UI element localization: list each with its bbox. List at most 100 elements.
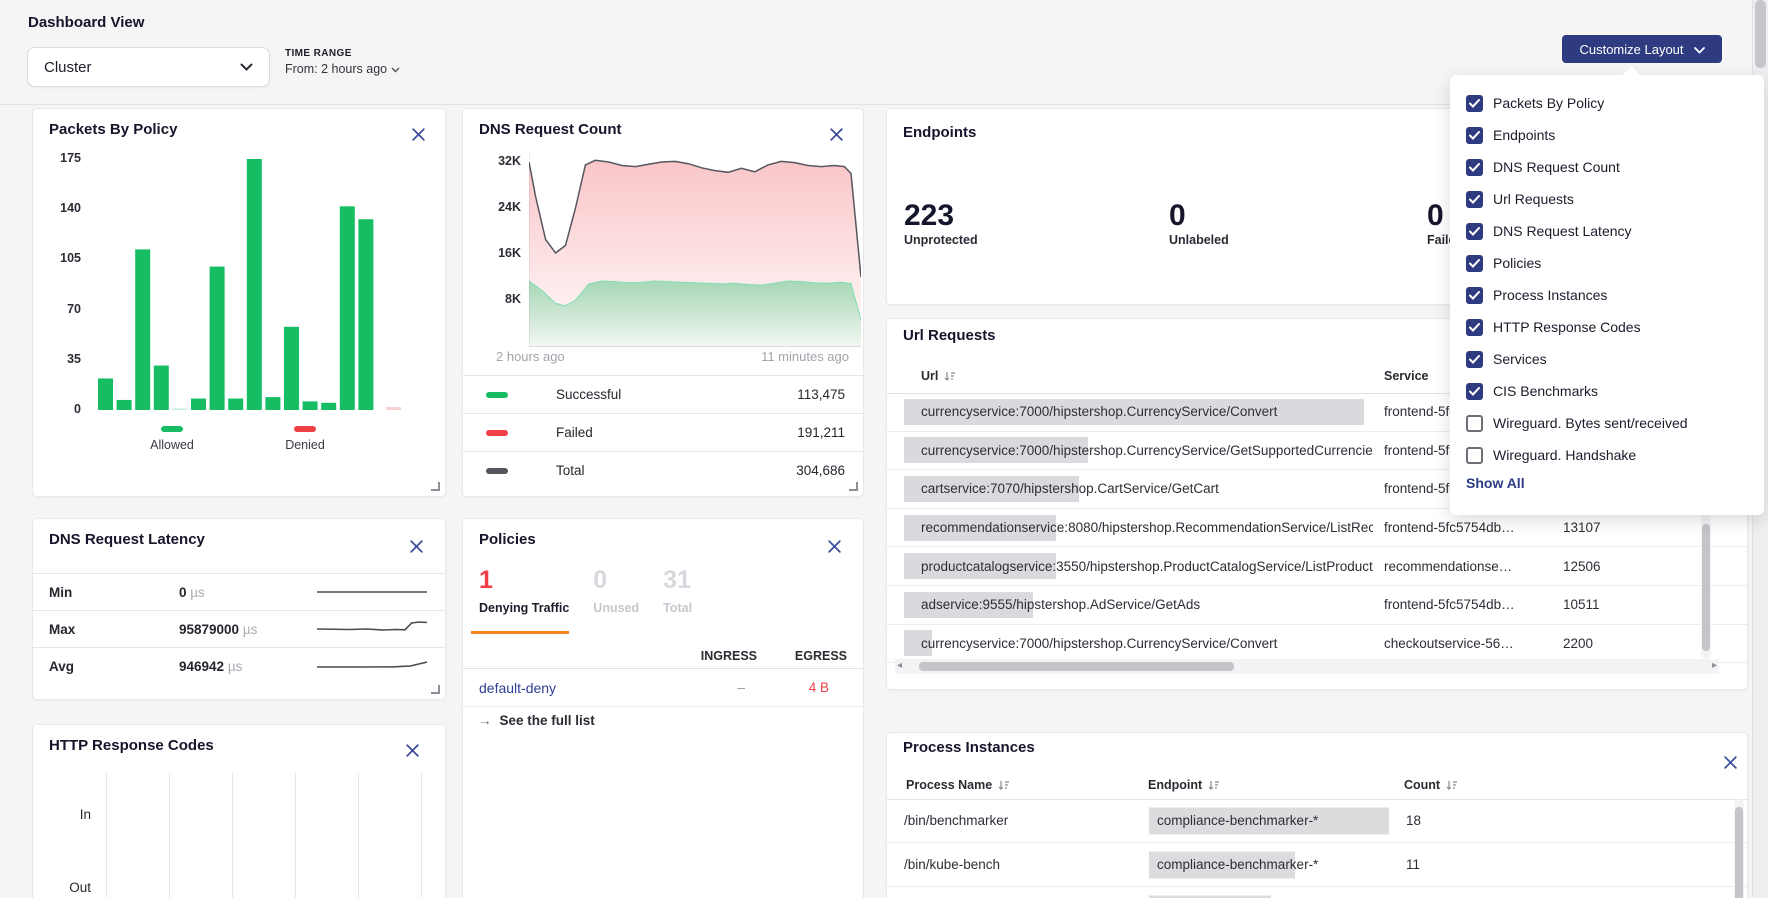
scrollbar-thumb[interactable] (1702, 524, 1710, 651)
endpoint-value: compliance-benchmarker-* (1157, 813, 1318, 828)
x-label-end: 11 minutes ago (761, 349, 849, 364)
latency-label: Min (49, 585, 72, 600)
checkbox[interactable] (1466, 447, 1483, 464)
latency-sparkline (317, 579, 427, 605)
checkbox[interactable] (1466, 255, 1483, 272)
packets-by-policy-card: Packets By Policy 03570105140175 Allowed… (32, 108, 446, 497)
policy-name-link[interactable]: default-deny (479, 680, 556, 696)
checkbox[interactable] (1466, 415, 1483, 432)
customize-layout-button[interactable]: Customize Layout (1562, 35, 1722, 63)
horizontal-scrollbar[interactable]: ◂ ▸ (895, 659, 1719, 674)
table-row[interactable]: currencyservice:7000/hipstershop.Currenc… (887, 625, 1747, 664)
sort-icon (944, 371, 955, 382)
table-row[interactable]: default-deny – 4 B (463, 669, 863, 707)
table-row[interactable]: productcatalogservice:3550/hipstershop.P… (887, 547, 1747, 586)
legend-row: Successful 113,475 (463, 375, 863, 413)
card-title: Endpoints (903, 124, 976, 141)
view-select[interactable]: Cluster (27, 47, 270, 87)
menu-item-label: Packets By Policy (1493, 95, 1604, 111)
table-row[interactable]: benchmarker compliance-benchmarker-* 9 (887, 887, 1747, 898)
policies-tab[interactable]: 31 Total (663, 567, 692, 615)
column-header-service[interactable]: Service (1384, 369, 1428, 383)
checkbox[interactable] (1466, 319, 1483, 336)
process-instances-card: Process Instances Process Name Endpoint … (886, 732, 1748, 898)
card-title: DNS Request Latency (49, 531, 205, 548)
tab-value: 0 (593, 567, 639, 593)
scrollbar-thumb[interactable] (1755, 0, 1766, 68)
legend-label: Denied (285, 438, 325, 452)
url-value: cartservice:7070/hipstershop.CartService… (921, 481, 1373, 496)
chevron-down-icon (1694, 42, 1705, 57)
latency-value: 95879000 µs (179, 622, 257, 637)
latency-row: Avg 946942 µs (33, 647, 445, 684)
policies-tab[interactable]: 1 Denying Traffic (479, 567, 569, 615)
menu-item[interactable]: CIS Benchmarks (1450, 375, 1764, 407)
legend-swatch (486, 468, 508, 474)
show-all-link[interactable]: Show All (1466, 475, 1525, 491)
menu-item[interactable]: Packets By Policy (1450, 87, 1764, 119)
card-title: Url Requests (903, 327, 996, 344)
legend-label: Failed (556, 425, 593, 440)
close-icon[interactable] (829, 127, 845, 143)
menu-item-label: Url Requests (1493, 191, 1574, 207)
menu-item[interactable]: Process Instances (1450, 279, 1764, 311)
close-icon[interactable] (409, 539, 425, 555)
stat-value: 223 (904, 201, 978, 231)
checkbox[interactable] (1466, 191, 1483, 208)
checkbox[interactable] (1466, 159, 1483, 176)
menu-item[interactable]: DNS Request Count (1450, 151, 1764, 183)
table-row[interactable]: /bin/benchmarker compliance-benchmarker-… (887, 799, 1747, 843)
menu-item[interactable]: Wireguard. Handshake (1450, 439, 1764, 471)
column-header-count[interactable]: Count (1404, 778, 1457, 792)
resize-handle[interactable] (849, 482, 858, 491)
x-label-start: 2 hours ago (496, 349, 565, 364)
url-value: productcatalogservice:3550/hipstershop.P… (921, 559, 1373, 574)
checkbox[interactable] (1466, 223, 1483, 240)
resize-handle[interactable] (431, 482, 440, 491)
checkbox[interactable] (1466, 127, 1483, 144)
customize-layout-menu: Packets By Policy Endpoints DNS Request … (1450, 75, 1764, 515)
legend-item-denied[interactable]: Denied (265, 426, 345, 452)
menu-item[interactable]: HTTP Response Codes (1450, 311, 1764, 343)
table-row[interactable]: adservice:9555/hipstershop.AdService/Get… (887, 586, 1747, 625)
allowed-swatch (161, 426, 183, 432)
url-value: currencyservice:7000/hipstershop.Currenc… (921, 443, 1373, 458)
table-row[interactable]: /bin/kube-bench compliance-benchmarker-*… (887, 843, 1747, 887)
checkbox[interactable] (1466, 95, 1483, 112)
close-icon[interactable] (411, 127, 427, 143)
close-icon[interactable] (1723, 755, 1739, 771)
scroll-left-arrow[interactable]: ◂ (897, 660, 902, 671)
menu-item[interactable]: Endpoints (1450, 119, 1764, 151)
menu-item[interactable]: Policies (1450, 247, 1764, 279)
column-header-url[interactable]: Url (921, 369, 955, 383)
menu-item[interactable]: DNS Request Latency (1450, 215, 1764, 247)
policies-tabs: 1 Denying Traffic 0 Unused 31 Total (479, 567, 692, 615)
legend-item-allowed[interactable]: Allowed (132, 426, 212, 452)
checkbox[interactable] (1466, 351, 1483, 368)
close-icon[interactable] (827, 539, 843, 555)
arrow-right-icon: → (478, 713, 492, 728)
checkbox[interactable] (1466, 383, 1483, 400)
column-header-process-name[interactable]: Process Name (906, 778, 1009, 792)
resize-handle[interactable] (431, 685, 440, 694)
see-full-list-link[interactable]: → See the full list (478, 713, 595, 728)
scrollbar-thumb[interactable] (1735, 807, 1743, 898)
menu-item[interactable]: Url Requests (1450, 183, 1764, 215)
scrollbar-thumb[interactable] (919, 662, 1234, 671)
row-label-out: Out (61, 880, 91, 895)
menu-item-label: Wireguard. Handshake (1493, 447, 1636, 463)
column-header-endpoint[interactable]: Endpoint (1148, 778, 1219, 792)
menu-item[interactable]: Services (1450, 343, 1764, 375)
count-value: 11 (1406, 857, 1420, 872)
checkbox[interactable] (1466, 287, 1483, 304)
policies-tab[interactable]: 0 Unused (593, 567, 639, 615)
menu-item[interactable]: Wireguard. Bytes sent/received (1450, 407, 1764, 439)
scroll-right-arrow[interactable]: ▸ (1712, 660, 1717, 671)
time-range-from[interactable]: From: 2 hours ago (285, 62, 400, 76)
sort-icon (998, 780, 1009, 791)
latency-unit: µs (190, 585, 205, 600)
menu-item-label: Policies (1493, 255, 1541, 271)
card-title: Packets By Policy (49, 121, 177, 138)
close-icon[interactable] (405, 743, 421, 759)
vertical-scrollbar[interactable] (1734, 799, 1744, 898)
